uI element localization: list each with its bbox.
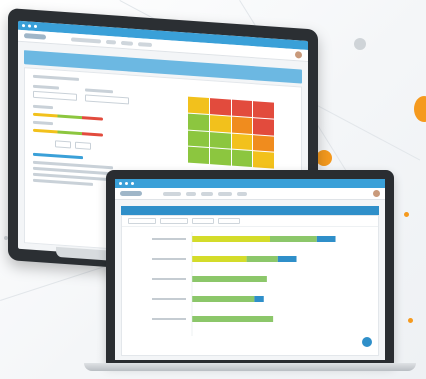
risk-cell: [253, 117, 274, 136]
app-logo: [24, 33, 46, 40]
section-heading: [33, 152, 83, 160]
category-label: [152, 318, 186, 320]
app-nav-bar: [115, 188, 385, 200]
select-field[interactable]: [33, 90, 77, 101]
user-avatar[interactable]: [373, 190, 380, 197]
filter-bar: [122, 216, 378, 227]
bar-segment[interactable]: [254, 296, 264, 302]
bar-segment[interactable]: [192, 316, 274, 322]
category-label: [152, 258, 186, 260]
window-control-dot[interactable]: [28, 24, 31, 28]
window-control-dot[interactable]: [119, 182, 122, 185]
field-label: [33, 84, 59, 90]
select-field[interactable]: [85, 94, 129, 105]
bar-segment[interactable]: [246, 256, 278, 262]
risk-cell: [188, 146, 209, 165]
small-button[interactable]: [75, 141, 91, 150]
risk-cell: [253, 151, 274, 169]
nav-tab[interactable]: [106, 39, 116, 45]
app-logo: [120, 191, 142, 196]
category-label: [152, 278, 186, 280]
filter-select[interactable]: [160, 218, 188, 224]
text-line: [33, 178, 93, 186]
risk-cell: [253, 134, 274, 152]
nav-tab[interactable]: [218, 191, 232, 196]
risk-cell: [188, 113, 209, 131]
risk-cell: [231, 116, 253, 134]
risk-cell: [209, 98, 231, 116]
nav-tab[interactable]: [237, 191, 247, 196]
hero-illustration: [0, 0, 426, 379]
decor-dot: [408, 318, 413, 323]
window-titlebar: [115, 179, 385, 188]
risk-cell: [209, 148, 231, 166]
decor-dot: [316, 150, 332, 166]
risk-cell: [231, 133, 253, 151]
bar-segment[interactable]: [277, 256, 297, 262]
bar-segment[interactable]: [316, 236, 336, 242]
bar-segment[interactable]: [270, 236, 317, 242]
decor-dot: [354, 38, 366, 50]
rating-slider[interactable]: [33, 128, 103, 137]
small-button[interactable]: [55, 140, 71, 149]
chart-panel: [121, 215, 379, 356]
risk-cell: [209, 114, 231, 133]
nav-tab[interactable]: [121, 40, 133, 46]
category-label: [152, 298, 186, 300]
decor-dot: [404, 212, 409, 217]
nav-tab[interactable]: [163, 191, 181, 196]
filter-select[interactable]: [218, 218, 240, 224]
risk-heatmap: [188, 96, 274, 169]
laptop-screen: [115, 179, 385, 360]
stacked-bar-chart: [152, 232, 336, 336]
window-control-dot[interactable]: [34, 24, 37, 29]
nav-tab[interactable]: [201, 191, 213, 196]
decor-dot: [414, 96, 426, 122]
user-avatar[interactable]: [295, 51, 302, 59]
field-label: [85, 88, 113, 94]
bar-segment[interactable]: [192, 256, 247, 262]
laptop-base: [84, 363, 416, 371]
filter-select[interactable]: [128, 218, 156, 224]
field-label: [33, 120, 53, 126]
risk-cell: [231, 149, 253, 168]
risk-cell: [209, 131, 231, 149]
nav-tab[interactable]: [71, 36, 101, 44]
section-heading: [33, 74, 79, 81]
window-control-dot[interactable]: [125, 182, 128, 185]
field-label: [33, 104, 53, 110]
help-button[interactable]: [362, 337, 372, 347]
bar-segment[interactable]: [192, 276, 267, 282]
filter-select[interactable]: [192, 218, 214, 224]
window-control-dot[interactable]: [22, 23, 25, 28]
rating-slider[interactable]: [33, 112, 103, 121]
bar-segment[interactable]: [192, 296, 255, 302]
window-control-dot[interactable]: [131, 182, 134, 185]
risk-cell: [253, 101, 274, 119]
laptop: [84, 170, 416, 371]
risk-cell: [188, 130, 209, 148]
risk-cell: [188, 96, 209, 114]
risk-cell: [231, 99, 253, 117]
category-label: [152, 238, 186, 240]
nav-tab[interactable]: [138, 41, 152, 47]
bar-segment[interactable]: [192, 236, 270, 242]
nav-tab[interactable]: [186, 191, 196, 196]
